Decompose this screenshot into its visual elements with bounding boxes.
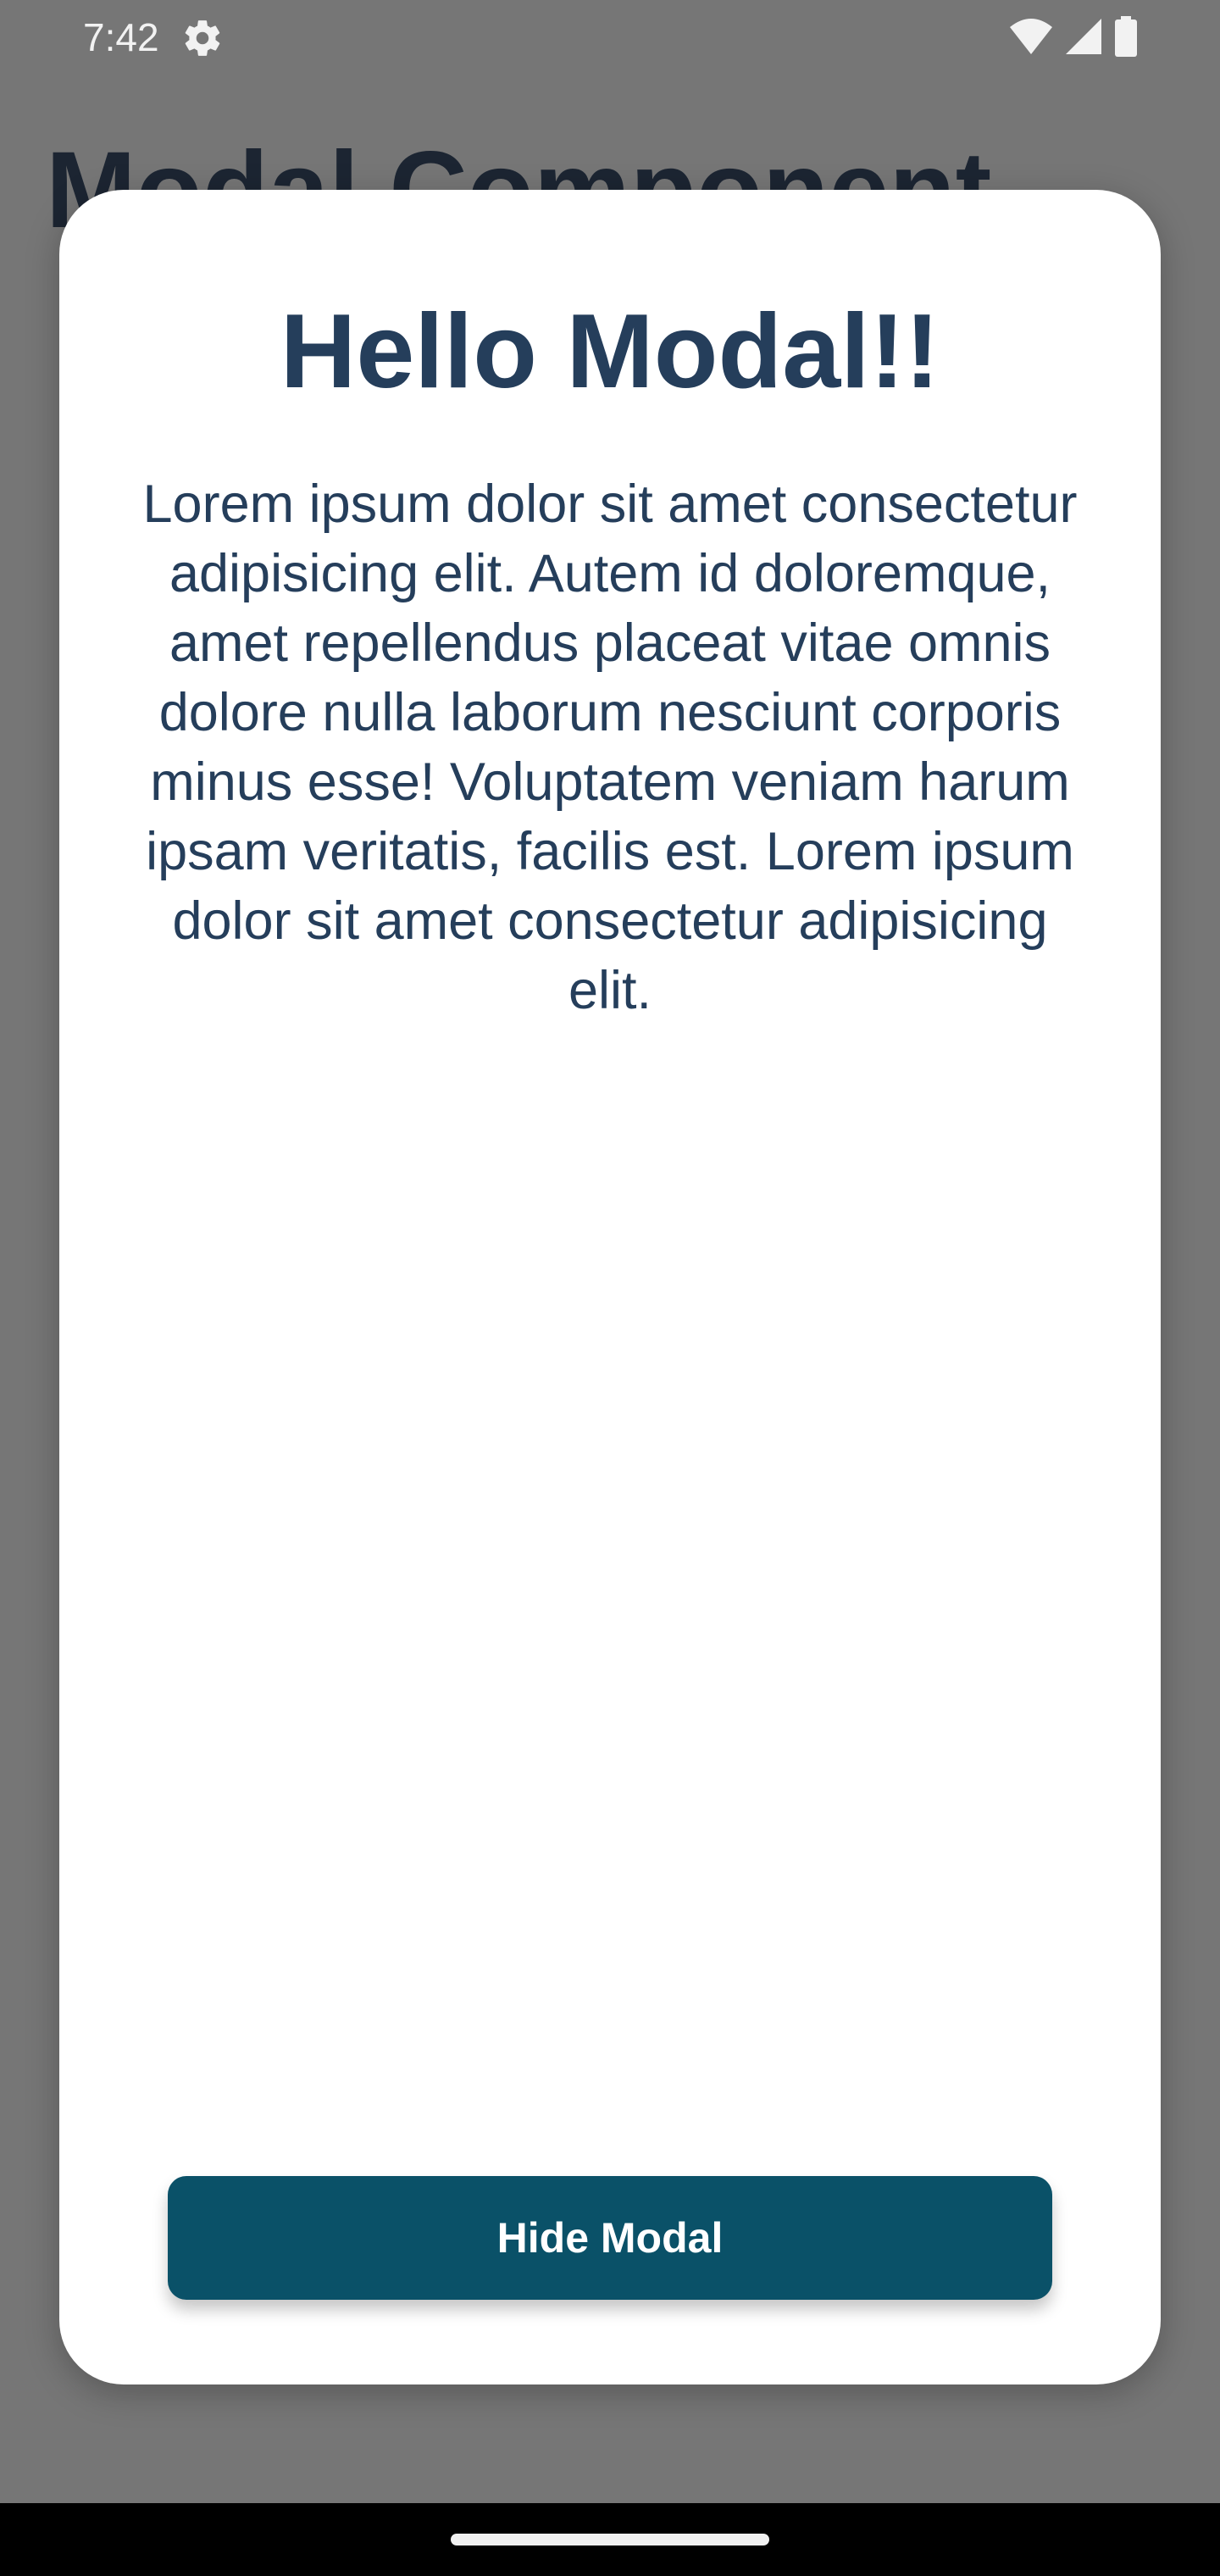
battery-icon	[1113, 15, 1139, 61]
modal-title: Hello Modal!!	[280, 293, 940, 410]
status-time: 7:42	[83, 15, 159, 59]
settings-gear-icon	[181, 17, 224, 59]
home-gesture-handle[interactable]	[451, 2534, 769, 2545]
cellular-signal-icon	[1064, 17, 1103, 60]
navigation-bar	[0, 2503, 1220, 2576]
wifi-icon	[1008, 17, 1054, 60]
status-icons	[1008, 15, 1139, 61]
modal-dialog: Hello Modal!! Lorem ipsum dolor sit amet…	[59, 190, 1161, 2384]
modal-body-text: Lorem ipsum dolor sit amet consectetur a…	[142, 475, 1078, 1020]
status-bar: 7:42	[0, 0, 1220, 76]
hide-modal-button[interactable]: Hide Modal	[168, 2176, 1052, 2300]
